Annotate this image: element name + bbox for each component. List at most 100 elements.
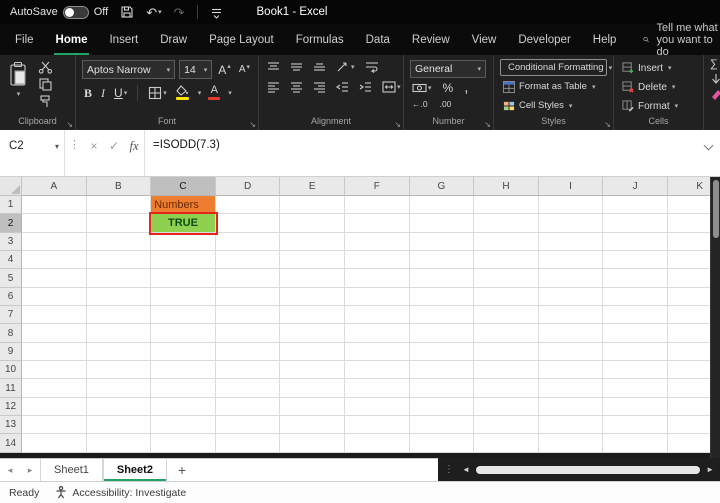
cell-D11[interactable] <box>215 379 281 398</box>
ribbon-tab-help[interactable]: Help <box>582 24 628 55</box>
ribbon-tab-page-layout[interactable]: Page Layout <box>198 24 285 55</box>
cell-A3[interactable] <box>22 232 87 252</box>
column-header-E[interactable]: E <box>280 177 345 196</box>
cell-G6[interactable] <box>409 287 475 307</box>
save-button[interactable] <box>120 5 134 19</box>
font-color-caret-icon[interactable]: ▾ <box>228 89 232 97</box>
column-header-I[interactable]: I <box>538 177 604 196</box>
cell-F13[interactable] <box>344 416 410 435</box>
cell-G12[interactable] <box>409 397 475 417</box>
cell-G14[interactable] <box>409 434 475 453</box>
cell-J2[interactable] <box>603 214 668 233</box>
cell-G13[interactable] <box>409 416 475 435</box>
cell-B12[interactable] <box>86 397 152 417</box>
cell-B13[interactable] <box>86 416 152 435</box>
orientation-button[interactable]: ▾ <box>334 60 357 74</box>
undo-button[interactable]: ↶ ▾ <box>146 6 161 19</box>
cell-C4[interactable] <box>151 251 216 270</box>
autosum-icon[interactable]: ∑ <box>710 59 718 70</box>
cell-D14[interactable] <box>215 434 281 453</box>
cell-C9[interactable] <box>151 342 216 362</box>
orientation-caret-icon[interactable]: ▾ <box>351 63 355 71</box>
increase-font-button[interactable]: A ▴ <box>216 63 233 77</box>
cell-B11[interactable] <box>86 379 152 398</box>
column-header-D[interactable]: D <box>215 177 281 196</box>
cell-A8[interactable] <box>22 324 87 343</box>
cell-H12[interactable] <box>474 397 539 417</box>
increase-decimal-button[interactable]: ←.0 <box>410 98 430 110</box>
conditional-formatting-button[interactable]: Conditional Formatting ▾ <box>500 59 612 76</box>
cell-D5[interactable] <box>215 269 281 288</box>
cell-C14[interactable] <box>151 434 216 453</box>
scroll-right-icon[interactable]: ► <box>706 465 714 474</box>
vertical-scrollbar[interactable] <box>710 177 720 458</box>
horizontal-scroll-thumb[interactable] <box>475 465 701 474</box>
cell-B6[interactable] <box>86 287 152 307</box>
row-header-8[interactable]: 8 <box>0 324 22 343</box>
undo-caret-icon[interactable]: ▾ <box>158 9 162 16</box>
cell-I11[interactable] <box>538 379 604 398</box>
accounting-format-button[interactable]: ▾ <box>410 82 434 94</box>
cell-G10[interactable] <box>409 361 475 380</box>
cell-F11[interactable] <box>344 379 410 398</box>
paste-caret-icon[interactable]: ▾ <box>17 90 21 98</box>
cell-D7[interactable] <box>215 306 281 325</box>
cell-C8[interactable] <box>151 324 216 343</box>
merge-center-button[interactable]: ▾ <box>380 80 403 94</box>
delete-cells-button[interactable]: Delete ▾ <box>620 78 697 96</box>
cell-J14[interactable] <box>603 434 668 453</box>
format-as-table-button[interactable]: Format as Table ▾ <box>500 78 607 95</box>
cell-A10[interactable] <box>22 361 87 380</box>
cell-B1[interactable] <box>86 196 152 215</box>
cell-H4[interactable] <box>474 251 539 270</box>
cell-H10[interactable] <box>474 361 539 380</box>
cell-B5[interactable] <box>86 269 152 288</box>
column-header-B[interactable]: B <box>86 177 152 196</box>
paste-button[interactable] <box>6 60 30 88</box>
decrease-decimal-button[interactable]: .00 <box>438 98 454 110</box>
ribbon-tab-file[interactable]: File <box>4 24 45 55</box>
cell-J12[interactable] <box>603 397 668 417</box>
name-box-caret-icon[interactable]: ▾ <box>55 142 59 151</box>
cell-D3[interactable] <box>215 232 281 252</box>
ribbon-tab-home[interactable]: Home <box>45 24 99 55</box>
select-all-corner[interactable] <box>0 177 22 196</box>
cell-A5[interactable] <box>22 269 87 288</box>
horizontal-scrollbar[interactable]: ⋮ ◄ ► <box>438 458 720 481</box>
cell-A2[interactable] <box>22 214 87 233</box>
wrap-text-button[interactable] <box>363 60 381 74</box>
underline-button[interactable]: U ▾ <box>112 86 129 100</box>
cell-H7[interactable] <box>474 306 539 325</box>
cell-J5[interactable] <box>603 269 668 288</box>
cell-C1[interactable]: Numbers <box>151 196 216 215</box>
cell-A11[interactable] <box>22 379 87 398</box>
column-header-C[interactable]: C <box>151 177 216 196</box>
cell-E6[interactable] <box>280 287 345 307</box>
scroll-left-icon[interactable]: ◄ <box>462 465 470 474</box>
format-cells-button[interactable]: Format ▾ <box>620 97 697 115</box>
borders-button[interactable]: ▾ <box>146 85 169 101</box>
align-top-button[interactable] <box>265 60 282 74</box>
cell-C2[interactable]: TRUE <box>149 212 218 235</box>
cell-F2[interactable] <box>344 214 410 233</box>
column-header-H[interactable]: H <box>474 177 539 196</box>
underline-caret-icon[interactable]: ▾ <box>124 89 128 97</box>
cell-J7[interactable] <box>603 306 668 325</box>
cell-C13[interactable] <box>151 416 216 435</box>
cell-F3[interactable] <box>344 232 410 252</box>
borders-caret-icon[interactable]: ▾ <box>163 89 167 97</box>
cell-E2[interactable] <box>280 214 345 233</box>
cut-button[interactable] <box>36 60 54 75</box>
align-left-button[interactable] <box>265 80 282 94</box>
cell-F10[interactable] <box>344 361 410 380</box>
fill-color-caret-icon[interactable]: ▾ <box>198 89 202 97</box>
row-header-5[interactable]: 5 <box>0 269 22 288</box>
cell-G11[interactable] <box>409 379 475 398</box>
cell-D1[interactable] <box>215 196 281 215</box>
row-header-9[interactable]: 9 <box>0 342 22 362</box>
merge-center-caret-icon[interactable]: ▾ <box>397 83 401 91</box>
cell-J9[interactable] <box>603 342 668 362</box>
row-header-10[interactable]: 10 <box>0 361 22 380</box>
cell-I10[interactable] <box>538 361 604 380</box>
cell-I14[interactable] <box>538 434 604 453</box>
